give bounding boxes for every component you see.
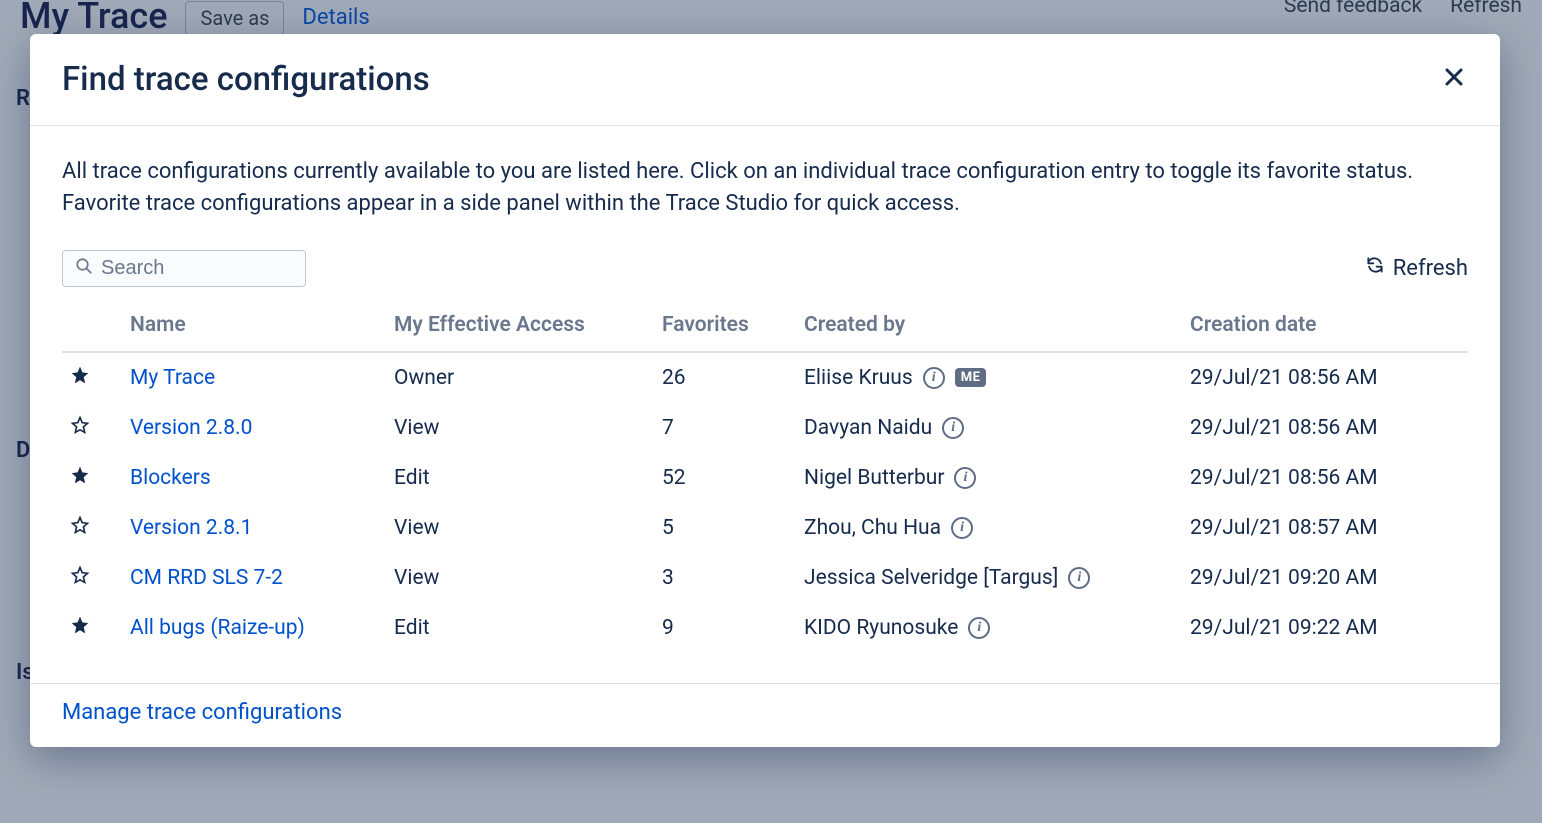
modal-title: Find trace configurations [62, 60, 430, 99]
info-icon[interactable]: i [954, 467, 976, 489]
config-name-link[interactable]: Version 2.8.0 [130, 416, 252, 440]
config-name-link[interactable]: My Trace [130, 366, 215, 390]
col-header-creation-date[interactable]: Creation date [1182, 303, 1468, 352]
search-input-wrapper[interactable] [62, 250, 306, 287]
refresh-label: Refresh [1393, 256, 1468, 281]
creator-name: Jessica Selveridge [Targus] [804, 566, 1058, 590]
config-name-link[interactable]: All bugs (Raize-up) [130, 616, 305, 640]
access-cell: Owner [386, 352, 654, 403]
me-badge: ME [955, 368, 987, 387]
creation-date-cell: 29/Jul/21 09:22 AM [1182, 603, 1468, 653]
access-cell: View [386, 403, 654, 453]
creator-name: Eliise Kruus [804, 366, 913, 390]
table-row: My Trace Owner26 Eliise Kruus i ME 29/Jul/2… [62, 352, 1468, 403]
config-name-link[interactable]: CM RRD SLS 7-2 [130, 566, 283, 590]
search-input[interactable] [101, 257, 293, 280]
favorite-star-icon[interactable] [70, 465, 90, 485]
table-row: Version 2.8.1 View5 Zhou, Chu Hua i 29/Jul/… [62, 503, 1468, 553]
creation-date-cell: 29/Jul/21 09:20 AM [1182, 553, 1468, 603]
favorite-star-icon[interactable] [70, 565, 90, 585]
refresh-button[interactable]: Refresh [1365, 254, 1468, 282]
creator-name: Nigel Butterbur [804, 466, 944, 490]
manage-configs-link[interactable]: Manage trace configurations [62, 700, 342, 725]
access-cell: Edit [386, 603, 654, 653]
creation-date-cell: 29/Jul/21 08:57 AM [1182, 503, 1468, 553]
table-row: Blockers Edit52 Nigel Butterbur i 29/Jul/21… [62, 453, 1468, 503]
favorite-star-icon[interactable] [70, 515, 90, 535]
table-row: CM RRD SLS 7-2 View3 Jessica Selveridge [T… [62, 553, 1468, 603]
info-icon[interactable]: i [942, 417, 964, 439]
search-icon [75, 257, 93, 279]
info-icon[interactable]: i [1068, 567, 1090, 589]
creator-name: KIDO Ryunosuke [804, 616, 958, 640]
find-trace-configs-modal: Find trace configurations All trace conf… [30, 34, 1500, 747]
info-icon[interactable]: i [951, 517, 973, 539]
favorites-count-cell: 26 [654, 352, 796, 403]
refresh-icon [1365, 254, 1385, 282]
favorites-count-cell: 7 [654, 403, 796, 453]
creation-date-cell: 29/Jul/21 08:56 AM [1182, 403, 1468, 453]
table-row: All bugs (Raize-up) Edit9 KIDO Ryunosuke i… [62, 603, 1468, 653]
table-row: Version 2.8.0 View7 Davyan Naidu i 29/Jul/2… [62, 403, 1468, 453]
configs-table: Name My Effective Access Favorites Creat… [62, 303, 1468, 653]
favorites-count-cell: 3 [654, 553, 796, 603]
favorite-star-icon[interactable] [70, 365, 90, 385]
col-header-created-by[interactable]: Created by [796, 303, 1182, 352]
creator-name: Zhou, Chu Hua [804, 516, 941, 540]
access-cell: Edit [386, 453, 654, 503]
col-header-access[interactable]: My Effective Access [386, 303, 654, 352]
config-name-link[interactable]: Version 2.8.1 [130, 516, 252, 540]
creator-name: Davyan Naidu [804, 416, 932, 440]
close-icon[interactable] [1440, 63, 1468, 97]
info-icon[interactable]: i [923, 367, 945, 389]
favorites-count-cell: 52 [654, 453, 796, 503]
col-header-favorites[interactable]: Favorites [654, 303, 796, 352]
favorites-count-cell: 9 [654, 603, 796, 653]
col-header-name[interactable]: Name [122, 303, 386, 352]
info-icon[interactable]: i [968, 617, 990, 639]
access-cell: View [386, 503, 654, 553]
creation-date-cell: 29/Jul/21 08:56 AM [1182, 352, 1468, 403]
config-name-link[interactable]: Blockers [130, 466, 211, 490]
favorites-count-cell: 5 [654, 503, 796, 553]
creation-date-cell: 29/Jul/21 08:56 AM [1182, 453, 1468, 503]
favorite-star-icon[interactable] [70, 415, 90, 435]
access-cell: View [386, 553, 654, 603]
favorite-star-icon[interactable] [70, 615, 90, 635]
modal-description: All trace configurations currently avail… [62, 156, 1468, 220]
